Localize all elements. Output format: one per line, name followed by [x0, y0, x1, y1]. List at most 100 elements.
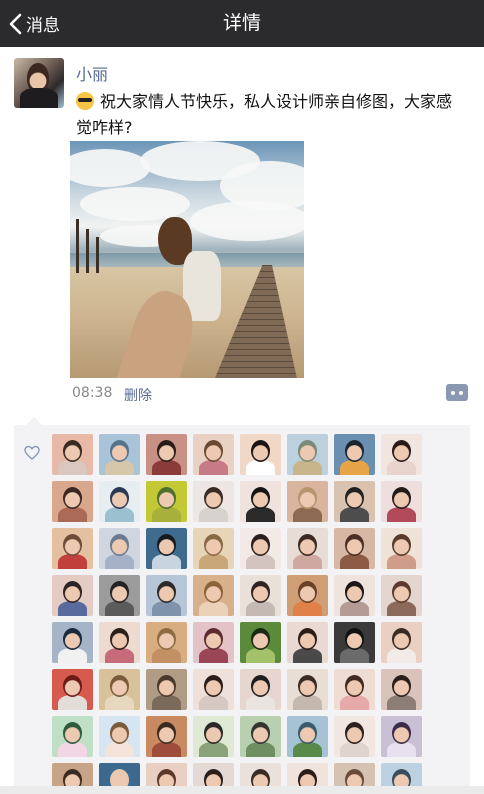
liker-avatar[interactable]: [334, 622, 375, 663]
liker-avatar[interactable]: [193, 575, 234, 616]
poster-avatar[interactable]: [14, 58, 64, 108]
liker-avatar[interactable]: [99, 622, 140, 663]
liker-avatar-body: [246, 601, 275, 616]
liker-avatar[interactable]: [193, 434, 234, 475]
liker-avatar[interactable]: [193, 622, 234, 663]
liker-avatar-body: [387, 507, 416, 522]
poster-username[interactable]: 小丽: [76, 61, 108, 85]
photo-palm-tree: [96, 237, 99, 273]
liker-avatar[interactable]: [381, 575, 422, 616]
liker-avatar[interactable]: [334, 481, 375, 522]
liker-avatar-body: [387, 742, 416, 757]
liker-avatar[interactable]: [146, 622, 187, 663]
liker-avatar[interactable]: [240, 622, 281, 663]
liker-avatar[interactable]: [52, 481, 93, 522]
liker-avatar-body: [105, 742, 134, 757]
liker-avatar[interactable]: [99, 528, 140, 569]
liker-avatar[interactable]: [334, 434, 375, 475]
comment-menu-icon[interactable]: [446, 384, 468, 401]
post-text-content: 祝大家情人节快乐，私人设计师亲自修图，大家感觉咋样?: [76, 92, 453, 137]
liker-avatar-head: [251, 487, 270, 509]
liker-avatar[interactable]: [240, 575, 281, 616]
liker-avatar[interactable]: [381, 622, 422, 663]
liker-avatar-body: [387, 695, 416, 710]
post-photo[interactable]: [70, 141, 304, 378]
liker-avatar-body: [293, 460, 322, 475]
liker-avatar-head: [392, 581, 411, 603]
liker-avatar[interactable]: [52, 669, 93, 710]
liker-avatar-body: [340, 460, 369, 475]
liker-avatar-head: [157, 440, 176, 462]
liker-avatar-head: [204, 581, 223, 603]
liker-avatar-head: [345, 628, 364, 650]
liker-avatar-body: [152, 460, 181, 475]
liker-avatar[interactable]: [99, 575, 140, 616]
liker-avatar-head: [157, 722, 176, 744]
liker-avatar-head: [345, 675, 364, 697]
liker-avatar-body: [152, 742, 181, 757]
liker-avatar[interactable]: [146, 669, 187, 710]
liker-avatar[interactable]: [193, 528, 234, 569]
liker-avatar[interactable]: [240, 434, 281, 475]
liker-avatar[interactable]: [146, 481, 187, 522]
liker-avatar[interactable]: [287, 481, 328, 522]
liker-avatar[interactable]: [146, 528, 187, 569]
liker-avatar[interactable]: [52, 622, 93, 663]
liker-avatar[interactable]: [52, 575, 93, 616]
liker-avatar-body: [293, 554, 322, 569]
liker-avatar-head: [204, 675, 223, 697]
liker-avatar[interactable]: [334, 575, 375, 616]
liker-avatar[interactable]: [381, 528, 422, 569]
page-title: 详情: [222, 12, 261, 34]
liker-avatar[interactable]: [381, 434, 422, 475]
delete-button[interactable]: 删除: [124, 385, 152, 405]
liker-avatar-body: [293, 648, 322, 663]
liker-avatar[interactable]: [146, 434, 187, 475]
post-timestamp: 08:38: [72, 385, 113, 401]
liker-avatar-body: [246, 460, 275, 475]
liker-avatar-body: [387, 601, 416, 616]
liker-avatar-head: [157, 581, 176, 603]
liker-avatar[interactable]: [287, 622, 328, 663]
liker-avatar[interactable]: [240, 716, 281, 757]
liker-avatar[interactable]: [193, 716, 234, 757]
liker-avatar[interactable]: [240, 528, 281, 569]
liker-avatar[interactable]: [52, 434, 93, 475]
liker-avatar[interactable]: [240, 481, 281, 522]
liker-avatar[interactable]: [99, 481, 140, 522]
photo-cloud: [70, 149, 150, 187]
liker-avatar[interactable]: [240, 669, 281, 710]
liker-avatar[interactable]: [334, 528, 375, 569]
liker-avatar-head: [110, 534, 129, 556]
liker-avatar[interactable]: [381, 716, 422, 757]
liker-avatar[interactable]: [287, 575, 328, 616]
liker-avatar[interactable]: [52, 716, 93, 757]
liker-avatar[interactable]: [287, 528, 328, 569]
liker-avatar-body: [105, 648, 134, 663]
liker-avatar-head: [204, 628, 223, 650]
liker-avatar[interactable]: [193, 481, 234, 522]
liker-avatar[interactable]: [99, 669, 140, 710]
liker-avatar[interactable]: [287, 716, 328, 757]
liker-avatar-head: [204, 440, 223, 462]
liker-avatar[interactable]: [146, 575, 187, 616]
liker-avatar-head: [298, 440, 317, 462]
liker-avatar[interactable]: [99, 716, 140, 757]
liker-avatar-body: [246, 695, 275, 710]
liker-avatar[interactable]: [334, 669, 375, 710]
liker-avatar-body: [293, 601, 322, 616]
liker-avatar-body: [387, 460, 416, 475]
liker-avatar[interactable]: [52, 528, 93, 569]
liker-avatar[interactable]: [146, 716, 187, 757]
liker-avatar-head: [345, 581, 364, 603]
liker-avatar[interactable]: [381, 669, 422, 710]
liker-avatar-body: [246, 648, 275, 663]
liker-avatar[interactable]: [381, 481, 422, 522]
liker-avatar[interactable]: [287, 434, 328, 475]
liker-avatar-body: [340, 601, 369, 616]
liker-avatar[interactable]: [193, 669, 234, 710]
liker-avatar[interactable]: [287, 669, 328, 710]
liker-avatar[interactable]: [99, 434, 140, 475]
liker-avatar[interactable]: [334, 716, 375, 757]
liker-avatar-head: [298, 534, 317, 556]
